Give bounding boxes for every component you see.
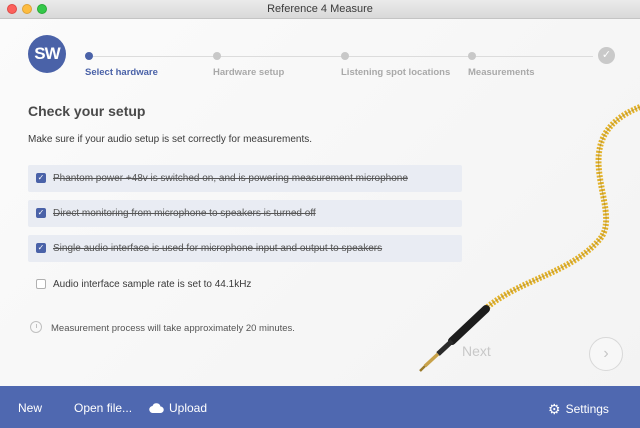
step-dot-select-hardware: [85, 52, 93, 60]
step-label-hardware-setup: Hardware setup: [213, 67, 285, 78]
title-bar: Reference 4 Measure: [0, 0, 640, 19]
duration-note: Measurement process will take approximat…: [30, 321, 295, 334]
gear-icon: ⚙: [548, 401, 561, 417]
checklist-label: Phantom power +48v is switched on, and i…: [53, 173, 408, 184]
checklist-item-phantom-power[interactable]: ✓ Phantom power +48v is switched on, and…: [28, 165, 462, 192]
new-button[interactable]: New: [18, 401, 42, 415]
step-dot-measurements: [468, 52, 476, 60]
checklist-label: Single audio interface is used for micro…: [53, 243, 383, 254]
checkbox-direct-monitoring[interactable]: ✓: [36, 208, 46, 218]
checklist-label: Direct monitoring from microphone to spe…: [53, 208, 316, 219]
step-label-select-hardware: Select hardware: [85, 67, 158, 78]
footer-toolbar: New Open file... Upload ⚙ Settings: [0, 386, 640, 428]
page-subtitle: Make sure if your audio setup is set cor…: [28, 134, 313, 145]
checklist-item-sample-rate[interactable]: Audio interface sample rate is set to 44…: [28, 271, 462, 298]
step-label-listening-spot-locations: Listening spot locations: [341, 67, 451, 78]
checkbox-phantom-power[interactable]: ✓: [36, 173, 46, 183]
step-dot-listening-spot-locations: [341, 52, 349, 60]
checkmark-icon: ✓: [598, 47, 615, 64]
upload-label: Upload: [169, 401, 208, 415]
settings-label: Settings: [565, 402, 609, 416]
next-label: Next: [462, 343, 491, 359]
checklist-item-single-interface[interactable]: ✓ Single audio interface is used for mic…: [28, 235, 462, 262]
page-title: Check your setup: [28, 103, 146, 119]
cloud-icon: [149, 403, 164, 413]
main-content: SW ✓ Select hardware Hardware setup List…: [0, 19, 640, 386]
step-dot-hardware-setup: [213, 52, 221, 60]
clock-icon: [30, 321, 42, 333]
window-title: Reference 4 Measure: [267, 3, 373, 15]
checkbox-sample-rate[interactable]: [36, 279, 46, 289]
step-label-measurements: Measurements: [468, 67, 535, 78]
checklist-item-direct-monitoring[interactable]: ✓ Direct monitoring from microphone to s…: [28, 200, 462, 227]
duration-text: Measurement process will take approximat…: [51, 323, 295, 334]
open-file-button[interactable]: Open file...: [74, 401, 132, 415]
app-logo: SW: [28, 35, 66, 73]
settings-button[interactable]: ⚙ Settings: [548, 401, 609, 418]
upload-button[interactable]: Upload: [149, 401, 207, 415]
next-button[interactable]: ›: [589, 337, 623, 371]
checkbox-single-interface[interactable]: ✓: [36, 243, 46, 253]
checklist-label: Audio interface sample rate is set to 44…: [53, 279, 252, 290]
